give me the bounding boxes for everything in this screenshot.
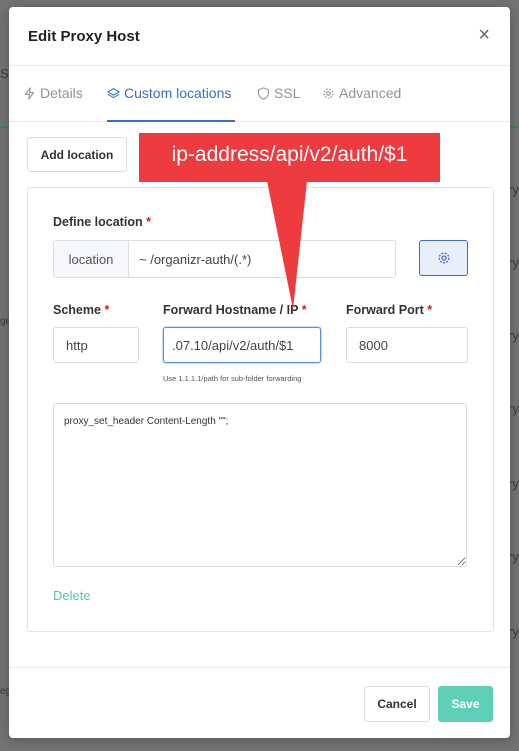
label-text: Define location	[53, 215, 143, 229]
location-settings-button[interactable]	[419, 240, 468, 276]
define-location-label: Define location *	[53, 215, 151, 229]
label-text: Scheme	[53, 303, 101, 317]
shield-icon	[258, 86, 269, 100]
required-marker: *	[104, 303, 110, 317]
required-marker: *	[146, 215, 151, 229]
tab-label: Custom locations	[124, 85, 232, 101]
dialog-title: Edit Proxy Host	[28, 28, 140, 45]
tab-label: Details	[40, 85, 83, 101]
bg-accent-line	[510, 126, 519, 128]
location-card: Define location * location Scheme * Forw…	[27, 187, 494, 632]
tab-details[interactable]: Details	[23, 85, 83, 101]
label-text: Forward Port	[346, 303, 424, 317]
tab-ssl[interactable]: SSL	[257, 85, 300, 101]
edit-proxy-host-dialog: Edit Proxy Host × Details Custom locatio…	[9, 7, 510, 738]
cancel-button[interactable]: Cancel	[364, 686, 430, 722]
advanced-config-textarea[interactable]: proxy_set_header Content-Length "";	[53, 403, 467, 567]
bolt-icon	[24, 86, 35, 100]
location-path-input[interactable]	[129, 241, 395, 277]
delete-location-link[interactable]: Delete	[53, 588, 91, 603]
tab-bar: Details Custom locations SSL Advanced	[9, 66, 510, 122]
gear-icon	[438, 252, 449, 264]
annotation-text: ip-address/api/v2/auth/$1	[171, 143, 408, 166]
tab-custom-locations[interactable]: Custom locations	[107, 85, 231, 101]
location-prefix: location	[54, 241, 129, 277]
tab-label: SSL	[274, 85, 301, 101]
close-icon[interactable]: ×	[478, 25, 490, 45]
tab-label: Advanced	[339, 85, 402, 101]
layers-icon	[107, 87, 120, 98]
forward-port-label: Forward Port *	[346, 303, 432, 317]
tab-advanced[interactable]: Advanced	[322, 85, 401, 101]
annotation-callout: ip-address/api/v2/auth/$1	[139, 133, 440, 182]
active-tab-indicator	[107, 120, 235, 122]
gear-icon	[323, 88, 334, 98]
add-location-button[interactable]: Add location	[27, 137, 127, 172]
forward-port-input[interactable]	[346, 327, 468, 363]
forward-hostname-hint: Use 1.1.1.1/path for sub-folder forwardi…	[163, 374, 302, 383]
dialog-footer: Cancel Save	[9, 667, 510, 738]
required-marker: *	[427, 303, 433, 317]
dialog-header: Edit Proxy Host ×	[9, 7, 510, 66]
location-input-group: location	[53, 240, 396, 278]
save-button[interactable]: Save	[438, 686, 493, 722]
annotation-arrow	[267, 181, 307, 309]
forward-hostname-input[interactable]	[163, 327, 321, 363]
scheme-input[interactable]	[53, 327, 139, 363]
scheme-label: Scheme *	[53, 303, 109, 317]
